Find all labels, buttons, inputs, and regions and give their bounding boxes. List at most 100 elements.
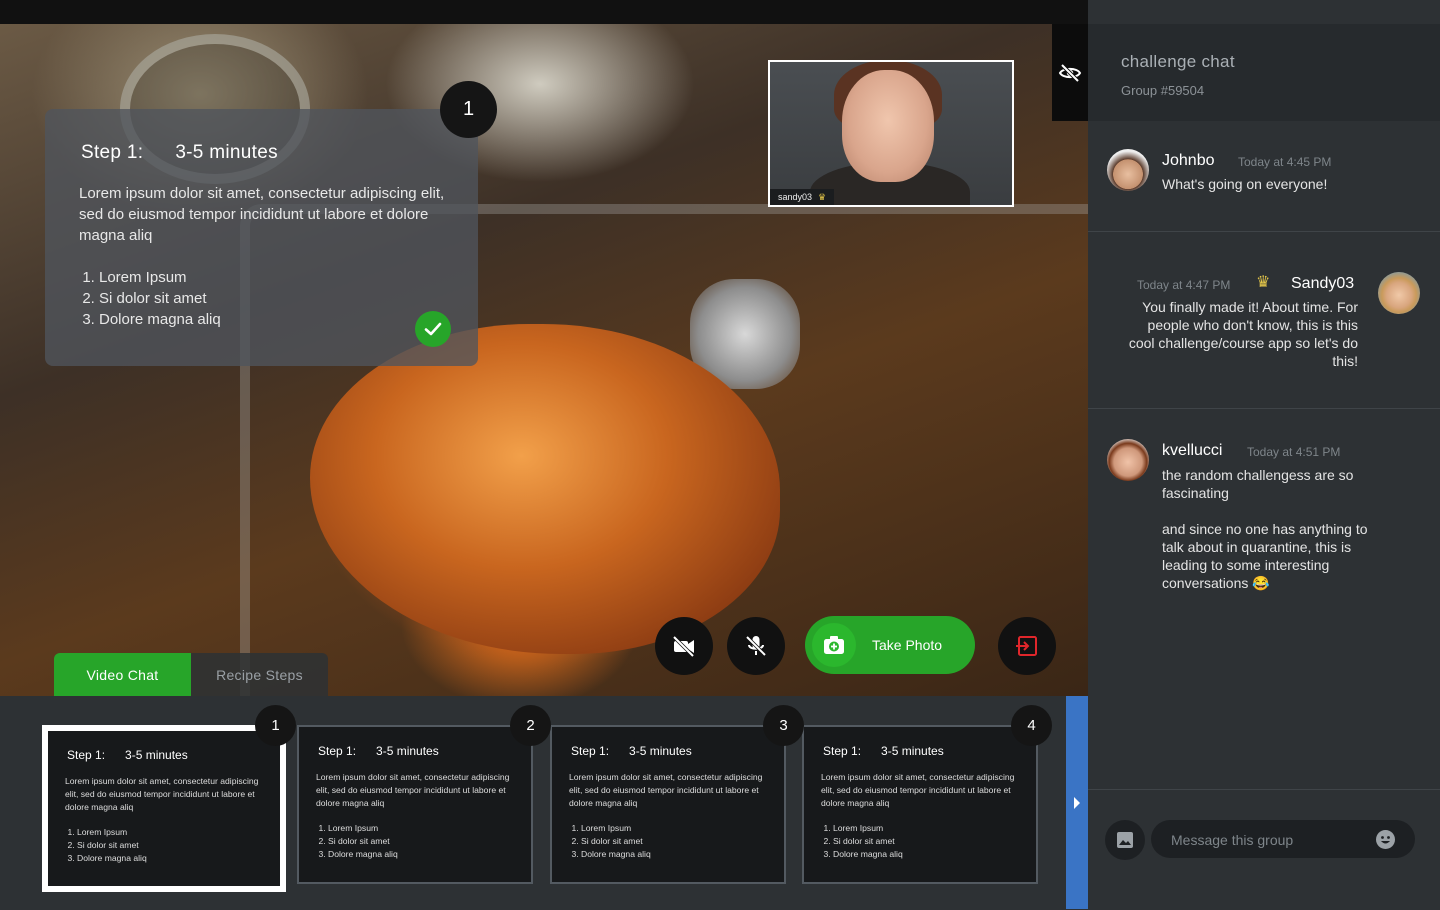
step-thumbnail-line: Lorem ipsum dolor sit amet, consectetur … xyxy=(65,776,259,786)
step-thumbnail-title: Step 1: 3-5 minutes xyxy=(823,744,964,758)
step-thumbnail-item: Dolore magna aliq xyxy=(833,848,903,861)
step-thumbnail-item: Dolore magna aliq xyxy=(77,852,147,865)
image-icon xyxy=(1117,832,1133,848)
chat-message: Today at 4:47 PM ♛ Sandy03 You finally m… xyxy=(1088,232,1440,409)
message-text: and since no one has anything to talk ab… xyxy=(1162,521,1368,591)
camera-off-button[interactable] xyxy=(655,617,713,675)
step-thumbnail-text: Lorem ipsum dolor sit amet, consectetur … xyxy=(65,775,285,813)
step-thumbnail-title: Step 1: 3-5 minutes xyxy=(318,744,459,758)
eye-off-icon xyxy=(1058,63,1082,82)
step-thumbnail-line: Lorem ipsum dolor sit amet, consectetur … xyxy=(316,772,510,782)
emoji-icon[interactable] xyxy=(1376,830,1395,849)
chat-group-id: Group #59504 xyxy=(1121,83,1205,98)
step-thumbnail-line: elit, sed do eiusmod tempor incididunt u… xyxy=(316,784,506,795)
step-thumbnail-line: dolore magna aliq xyxy=(569,797,638,808)
message-author[interactable]: Sandy03 xyxy=(1291,275,1354,293)
step-thumbnail-item: Lorem Ipsum xyxy=(833,822,903,835)
participant-video[interactable]: sandy03 ♛ xyxy=(768,60,1014,207)
take-photo-button[interactable]: Take Photo xyxy=(805,616,975,674)
step-thumbnail-label: Step 1: xyxy=(823,744,862,758)
chevron-right-icon xyxy=(1074,796,1080,809)
step-thumbnail-number: 2 xyxy=(510,705,551,746)
chat-title: challenge chat xyxy=(1121,52,1235,71)
step-thumbnail-line: dolore magna aliq xyxy=(65,801,134,812)
message-text: the random challengess are so fascinatin… xyxy=(1162,467,1354,501)
step-thumbnail-duration: 3-5 minutes xyxy=(881,744,944,758)
message-composer xyxy=(1088,789,1440,910)
step-list-item: Si dolor sit amet xyxy=(99,288,221,309)
exit-icon xyxy=(1016,636,1037,656)
step-thumbnail[interactable]: Step 1: 3-5 minutes Lorem ipsum dolor sit… xyxy=(802,725,1038,884)
message-text: What's going on everyone! xyxy=(1162,176,1328,192)
step-complete-check-icon[interactable] xyxy=(415,311,451,347)
tab-recipe-steps[interactable]: Recipe Steps xyxy=(191,653,328,696)
message-author[interactable]: Johnbo xyxy=(1162,152,1215,170)
participant-username: sandy03 xyxy=(778,192,813,202)
step-thumbnail-list: Lorem IpsumSi dolor sit ametDolore magna… xyxy=(65,826,147,864)
step-thumbnail-line: Lorem ipsum dolor sit amet, consectetur … xyxy=(821,772,1015,782)
step-thumbnail-title: Step 1: 3-5 minutes xyxy=(571,744,712,758)
step-thumbnail-line: elit, sed do eiusmod tempor incididunt u… xyxy=(569,784,759,795)
step-thumbnail-item: Si dolor sit amet xyxy=(328,835,398,848)
step-thumbnail-item: Si dolor sit amet xyxy=(77,839,147,852)
step-thumbnail-item: Dolore magna aliq xyxy=(581,848,651,861)
video-off-icon xyxy=(672,635,695,658)
step-thumbnail-text: Lorem ipsum dolor sit amet, consectetur … xyxy=(316,771,536,809)
participant-label: sandy03 ♛ xyxy=(770,189,835,205)
chat-panel: challenge chat Group #59504 Johnbo Today… xyxy=(1088,0,1440,909)
step-thumbnail-title: Step 1: 3-5 minutes xyxy=(67,748,208,762)
avatar[interactable] xyxy=(1107,149,1149,191)
step-thumbnail-list: Lorem IpsumSi dolor sit ametDolore magna… xyxy=(569,822,651,860)
step-thumbnail-item: Lorem Ipsum xyxy=(581,822,651,835)
step-thumbnail-text: Lorem ipsum dolor sit amet, consectetur … xyxy=(569,771,789,809)
step-label: Step 1: xyxy=(81,142,144,163)
view-tabs: Video Chat Recipe Steps xyxy=(54,653,328,696)
leave-button[interactable] xyxy=(998,617,1056,675)
chat-header: challenge chat Group #59504 xyxy=(1088,24,1440,121)
mute-button[interactable] xyxy=(727,617,785,675)
step-thumbnail[interactable]: Step 1: 3-5 minutes Lorem ipsum dolor sit… xyxy=(550,725,786,884)
step-thumbnail-label: Step 1: xyxy=(318,744,357,758)
step-thumbnail-item: Lorem Ipsum xyxy=(328,822,398,835)
step-number-badge: 1 xyxy=(440,81,497,138)
step-thumbnail[interactable]: Step 1: 3-5 minutes Lorem ipsum dolor sit… xyxy=(42,725,286,892)
crown-icon: ♛ xyxy=(818,192,827,202)
message-time: Today at 4:45 PM xyxy=(1238,155,1332,169)
step-thumbnail-duration: 3-5 minutes xyxy=(125,748,188,762)
message-author[interactable]: kvellucci xyxy=(1162,442,1222,460)
chat-message: kvellucci Today at 4:51 PM the random ch… xyxy=(1088,409,1440,609)
step-thumbnail-line: dolore magna aliq xyxy=(316,797,385,808)
participant-face xyxy=(842,70,934,182)
avatar[interactable] xyxy=(1107,439,1149,481)
step-list: Lorem Ipsum Si dolor sit amet Dolore mag… xyxy=(79,267,221,330)
current-step-card: Step 1: 3-5 minutes Lorem ipsum dolor sit… xyxy=(45,109,478,366)
step-duration: 3-5 minutes xyxy=(175,142,278,163)
step-list-item: Dolore magna aliq xyxy=(99,309,221,330)
attach-image-button[interactable] xyxy=(1105,820,1145,860)
crown-icon: ♛ xyxy=(1256,274,1271,291)
avatar[interactable] xyxy=(1378,272,1420,314)
step-thumbnail-number: 3 xyxy=(763,705,804,746)
step-thumbnail-duration: 3-5 minutes xyxy=(376,744,439,758)
message-input-wrapper xyxy=(1151,820,1415,860)
step-thumbnail[interactable]: Step 1: 3-5 minutes Lorem ipsum dolor sit… xyxy=(297,725,533,884)
step-list-item: Lorem Ipsum xyxy=(99,267,221,288)
camera-add-icon xyxy=(812,623,856,667)
step-thumbnail-number: 4 xyxy=(1011,705,1052,746)
step-thumbnail-item: Si dolor sit amet xyxy=(833,835,903,848)
hide-video-button[interactable] xyxy=(1052,24,1088,121)
message-text: You finally made it! About time. For peo… xyxy=(1128,299,1358,369)
step-card-title: Step 1: 3-5 minutes xyxy=(81,142,310,164)
step-thumbnail-duration: 3-5 minutes xyxy=(629,744,692,758)
step-thumbnail-number: 1 xyxy=(255,705,296,746)
step-thumbnail-line: elit, sed do eiusmod tempor incididunt u… xyxy=(65,788,255,799)
tab-video-chat[interactable]: Video Chat xyxy=(54,653,191,696)
message-time: Today at 4:47 PM xyxy=(1137,278,1231,292)
message-time: Today at 4:51 PM xyxy=(1247,445,1341,459)
step-thumbnail-line: elit, sed do eiusmod tempor incididunt u… xyxy=(821,784,1011,795)
strip-next-button[interactable] xyxy=(1066,696,1088,909)
step-thumbnail-list: Lorem IpsumSi dolor sit ametDolore magna… xyxy=(821,822,903,860)
step-thumbnail-item: Lorem Ipsum xyxy=(77,826,147,839)
message-input[interactable] xyxy=(1169,820,1373,860)
step-thumbnail-label: Step 1: xyxy=(571,744,610,758)
